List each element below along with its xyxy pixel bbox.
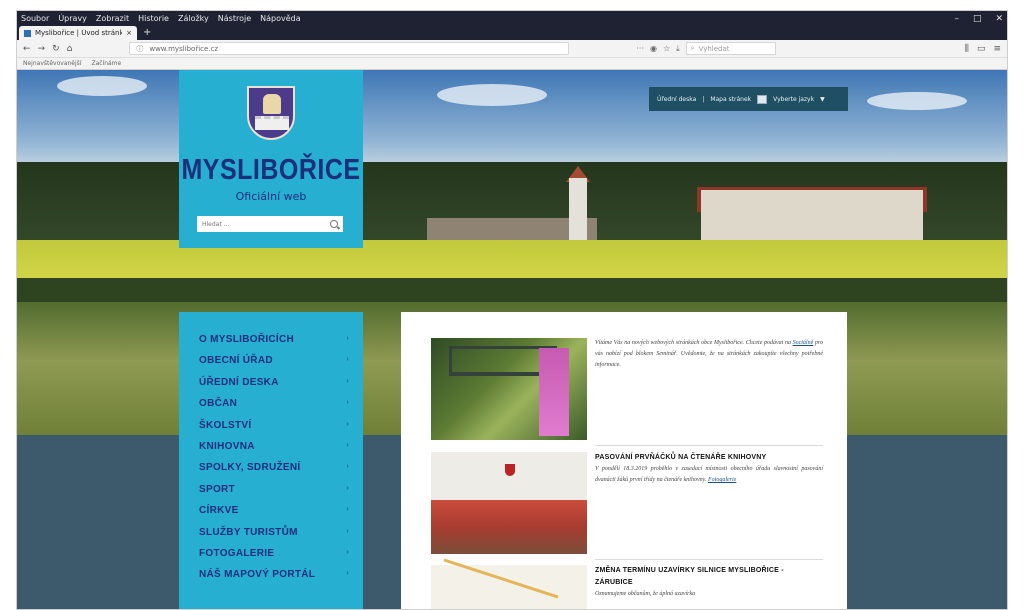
search-icon: ⌕ — [690, 44, 695, 52]
menu-history[interactable]: Historie — [138, 14, 169, 23]
menu-item-uredni-deska[interactable]: ÚŘEDNÍ DESKA › — [199, 377, 363, 398]
news-item: PASOVÁNÍ PRVŇÁČKŮ NA ČTENÁŘE KNIHOVNY V … — [431, 452, 827, 556]
main-menu: O MYSLIBOŘICÍCH › OBECNÍ ÚŘAD › ÚŘEDNÍ DES… — [179, 312, 363, 609]
logo-panel: MYSLIBOŘICE Oficiální web Hledat ... — [179, 70, 363, 248]
top-links-bar: Úřední deska | Mapa stránek Vyberte jazy… — [649, 87, 848, 111]
link-official-board[interactable]: Úřední deska — [657, 96, 696, 103]
news-link[interactable]: Fotogalerie — [708, 477, 736, 483]
link-sitemap[interactable]: Mapa stránek — [710, 96, 751, 103]
chevron-right-icon: › — [346, 484, 349, 492]
chevron-right-icon: › — [346, 377, 349, 385]
forward-icon[interactable]: → — [38, 44, 46, 54]
coat-of-arms-logo[interactable] — [247, 86, 295, 140]
news-text: PASOVÁNÍ PRVŇÁČKŮ NA ČTENÁŘE KNIHOVNY V … — [595, 452, 823, 486]
page-actions-icon[interactable]: ··· — [636, 44, 644, 53]
menu-item-spolky[interactable]: SPOLKY, SDRUŽENÍ › — [199, 462, 363, 483]
hamburger-menu-icon[interactable]: ≡ — [993, 44, 1001, 54]
menu-item-o-mysliboricich[interactable]: O MYSLIBOŘICÍCH › — [199, 334, 363, 355]
site-search-input[interactable]: Hledat ... — [197, 216, 343, 232]
menu-file[interactable]: Soubor — [21, 14, 49, 23]
url-text: www.myslibořice.cz — [149, 44, 219, 53]
site-name[interactable]: MYSLIBOŘICE — [179, 154, 363, 187]
news-thumbnail[interactable] — [431, 338, 587, 440]
star-icon[interactable]: ☆ — [663, 44, 670, 53]
site-search-placeholder: Hledat ... — [202, 220, 230, 228]
bookmark-getting-started[interactable]: Začínáme — [91, 60, 121, 67]
menu-item-sport[interactable]: SPORT › — [199, 484, 363, 505]
chevron-right-icon: › — [346, 335, 349, 342]
navigation-bar: ← → ↻ ⌂ ⓘ www.myslibořice.cz ··· ◉ ☆ ⤓ ⌕… — [17, 40, 1007, 58]
reload-icon[interactable]: ↻ — [52, 44, 60, 54]
menu-view[interactable]: Zobrazit — [96, 14, 129, 23]
bookmark-most-visited[interactable]: Nejnavštěvovanější — [23, 60, 81, 67]
tab-title: Myslibořice | Úvod stránky — [35, 29, 123, 37]
language-select[interactable]: Vyberte jazyk — [773, 96, 814, 103]
download-icon[interactable]: ⤓ — [676, 44, 680, 54]
chevron-right-icon: › — [346, 420, 349, 428]
close-window-button[interactable]: ✕ — [995, 14, 1003, 24]
tab-strip: Myslibořice | Úvod stránky × + — [17, 26, 1007, 40]
menu-item-sluzby-turistum[interactable]: SLUŽBY TURISTŮM › — [199, 527, 363, 548]
close-tab-icon[interactable]: × — [126, 29, 132, 37]
chevron-right-icon: › — [346, 570, 349, 578]
news-thumbnail[interactable] — [431, 558, 587, 609]
web-page: Úřední deska | Mapa stránek Vyberte jazy… — [17, 70, 1007, 609]
news-text: ZMĚNA TERMÍNU UZAVÍRKY SILNICE MYSLIBOŘI… — [595, 565, 823, 600]
library-icon[interactable]: ⫼ — [965, 44, 969, 54]
chevron-right-icon: › — [346, 399, 349, 407]
news-title[interactable]: ZMĚNA TERMÍNU UZAVÍRKY SILNICE MYSLIBOŘI… — [595, 565, 823, 589]
menu-item-mapovy-portal[interactable]: NÁŠ MAPOVÝ PORTÁL › — [199, 569, 363, 590]
menu-item-cirkve[interactable]: CÍRKVE › — [199, 505, 363, 526]
menu-item-obecni-urad[interactable]: OBECNÍ ÚŘAD › — [199, 355, 363, 376]
favicon-icon — [24, 29, 31, 37]
news-text: Vítáme Vás na nových webových stránkách … — [595, 338, 823, 371]
news-title[interactable]: PASOVÁNÍ PRVŇÁČKŮ NA ČTENÁŘE KNIHOVNY — [595, 452, 823, 464]
address-bar[interactable]: ⓘ www.myslibořice.cz — [129, 42, 570, 55]
maximize-button[interactable]: □ — [973, 14, 982, 24]
search-icon[interactable] — [330, 220, 338, 228]
browser-menubar: Soubor Úpravy Zobrazit Historie Záložky … — [17, 11, 1007, 26]
menu-item-obcan[interactable]: OBČAN › — [199, 398, 363, 419]
pocket-icon[interactable]: ◉ — [650, 44, 657, 53]
flag-icon — [757, 94, 768, 104]
site-subtitle: Oficiální web — [235, 190, 307, 203]
chevron-right-icon: › — [346, 441, 349, 449]
news-content: Vítáme Vás na nových webových stránkách … — [401, 312, 847, 609]
home-icon[interactable]: ⌂ — [67, 44, 73, 54]
chevron-right-icon: › — [346, 463, 349, 471]
news-body: Oznamujeme občanům, že úplná uzavírka — [595, 591, 696, 597]
menu-item-skolstvi[interactable]: ŠKOLSTVÍ › — [199, 420, 363, 441]
browser-search-input[interactable]: ⌕ Vyhledat — [685, 42, 776, 55]
sidebar-icon[interactable]: ▭ — [977, 44, 986, 54]
browser-tab[interactable]: Myslibořice | Úvod stránky × — [19, 26, 137, 40]
menu-bookmarks[interactable]: Záložky — [178, 14, 209, 23]
chevron-down-icon[interactable]: ▼ — [820, 96, 825, 103]
menu-edit[interactable]: Úpravy — [58, 14, 87, 23]
news-body: V pondělí 18.3.2019 proběhlo v zasedací … — [595, 466, 823, 483]
menu-help[interactable]: Nápověda — [260, 14, 301, 23]
minimize-button[interactable]: – — [954, 14, 959, 24]
news-item: Vítáme Vás na nových webových stránkách … — [431, 338, 827, 442]
menu-item-knihovna[interactable]: KNIHOVNA › — [199, 441, 363, 462]
link-separator: | — [702, 95, 705, 103]
menu-item-fotogalerie[interactable]: FOTOGALERIE › — [199, 548, 363, 569]
new-tab-button[interactable]: + — [137, 27, 157, 40]
news-link[interactable]: Sociálně — [793, 340, 814, 346]
news-thumbnail[interactable] — [431, 452, 587, 554]
chevron-right-icon: › — [346, 356, 349, 364]
chevron-right-icon: › — [346, 548, 349, 556]
news-item: ZMĚNA TERMÍNU UZAVÍRKY SILNICE MYSLIBOŘI… — [431, 558, 827, 609]
menu-tools[interactable]: Nástroje — [218, 14, 251, 23]
browser-search-placeholder: Vyhledat — [698, 44, 730, 53]
browser-window: Soubor Úpravy Zobrazit Historie Záložky … — [16, 10, 1008, 610]
info-icon: ⓘ — [136, 44, 144, 53]
news-body: Vítáme Vás na nových webových stránkách … — [595, 340, 823, 368]
back-icon[interactable]: ← — [23, 44, 31, 54]
chevron-right-icon: › — [346, 506, 349, 514]
bookmarks-bar: Nejnavštěvovanější Začínáme — [17, 58, 1007, 70]
chevron-right-icon: › — [346, 527, 349, 535]
